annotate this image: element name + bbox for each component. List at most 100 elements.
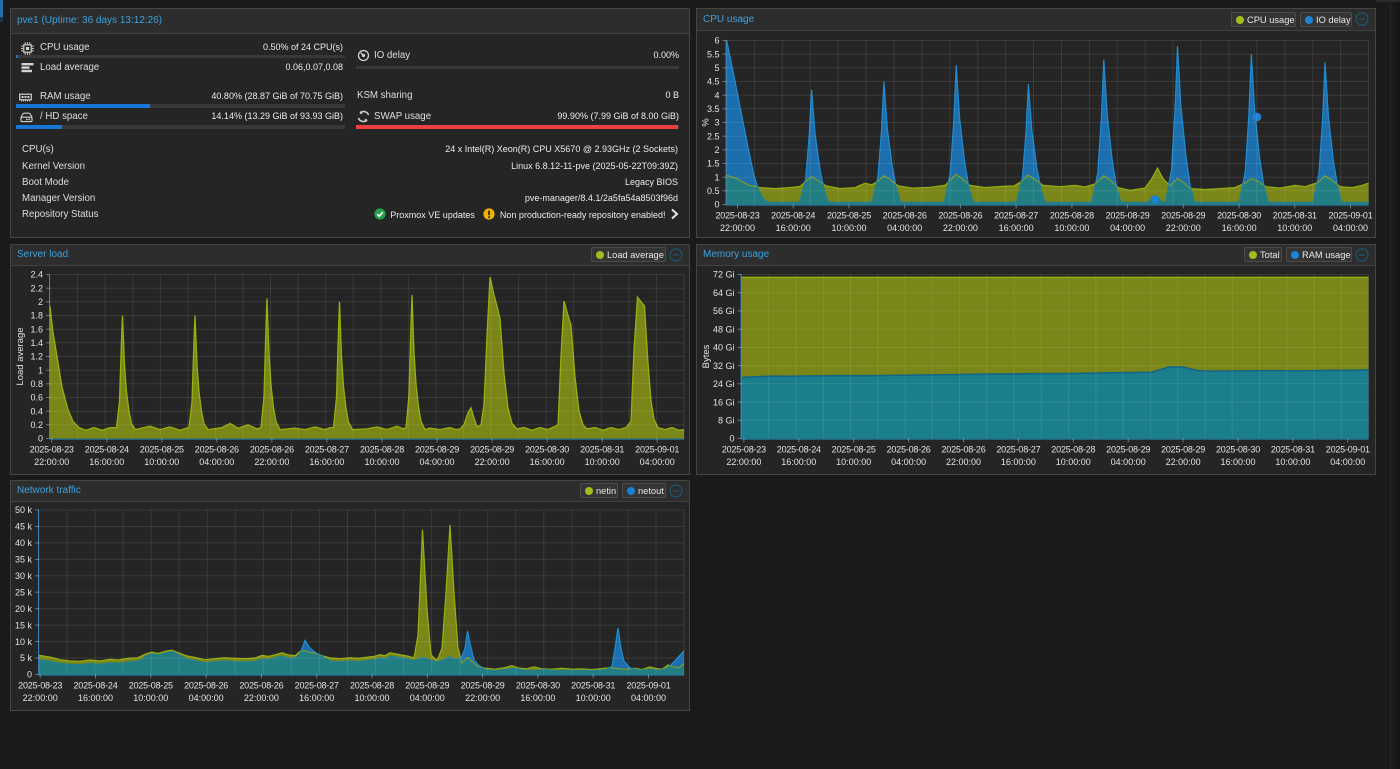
svg-text:2025-08-31: 2025-08-31 <box>1273 211 1317 221</box>
svg-text:04:00:00: 04:00:00 <box>189 693 224 703</box>
svg-text:2025-08-26: 2025-08-26 <box>250 445 294 455</box>
svg-text:2025-08-24: 2025-08-24 <box>771 211 815 221</box>
svg-text:04:00:00: 04:00:00 <box>1111 457 1146 467</box>
svg-text:5 k: 5 k <box>20 653 33 663</box>
svg-text:48 Gi: 48 Gi <box>713 324 735 334</box>
svg-text:0.4: 0.4 <box>30 406 43 416</box>
svg-text:04:00:00: 04:00:00 <box>887 223 922 233</box>
svg-text:22:00:00: 22:00:00 <box>23 693 58 703</box>
svg-text:22:00:00: 22:00:00 <box>1166 223 1201 233</box>
svg-text:56 Gi: 56 Gi <box>713 306 735 316</box>
svg-text:1.8: 1.8 <box>30 311 43 321</box>
svg-text:10:00:00: 10:00:00 <box>831 223 866 233</box>
svg-text:22:00:00: 22:00:00 <box>943 223 978 233</box>
svg-text:16:00:00: 16:00:00 <box>89 457 124 467</box>
svg-text:0.2: 0.2 <box>30 420 43 430</box>
svg-text:22:00:00: 22:00:00 <box>1166 457 1201 467</box>
svg-text:10:00:00: 10:00:00 <box>364 457 399 467</box>
svg-text:1: 1 <box>714 172 719 182</box>
svg-text:2025-08-30: 2025-08-30 <box>516 681 560 691</box>
svg-text:2025-08-30: 2025-08-30 <box>1216 445 1260 455</box>
svg-text:16 Gi: 16 Gi <box>713 397 735 407</box>
svg-text:2025-08-26: 2025-08-26 <box>195 445 239 455</box>
svg-text:22:00:00: 22:00:00 <box>475 457 510 467</box>
svg-text:40 Gi: 40 Gi <box>713 343 735 353</box>
svg-text:2025-08-31: 2025-08-31 <box>1271 445 1315 455</box>
svg-text:0: 0 <box>729 434 734 444</box>
svg-text:2025-08-24: 2025-08-24 <box>777 445 821 455</box>
svg-text:2025-09-01: 2025-09-01 <box>626 681 670 691</box>
svg-text:2025-08-23: 2025-08-23 <box>715 211 759 221</box>
svg-text:04:00:00: 04:00:00 <box>419 457 454 467</box>
svg-text:Load average: Load average <box>15 327 26 385</box>
svg-text:1: 1 <box>38 365 43 375</box>
svg-text:10:00:00: 10:00:00 <box>133 693 168 703</box>
svg-text:2025-08-26: 2025-08-26 <box>938 211 982 221</box>
svg-text:50 k: 50 k <box>15 505 33 515</box>
svg-text:2: 2 <box>714 145 719 155</box>
svg-text:2025-08-25: 2025-08-25 <box>832 445 876 455</box>
svg-text:2025-08-28: 2025-08-28 <box>1050 211 1094 221</box>
svg-text:2025-08-29: 2025-08-29 <box>405 681 449 691</box>
svg-text:45 k: 45 k <box>15 522 33 532</box>
svg-text:1.2: 1.2 <box>30 352 43 362</box>
svg-text:15 k: 15 k <box>15 620 33 630</box>
svg-text:Bytes: Bytes <box>701 344 712 368</box>
svg-text:16:00:00: 16:00:00 <box>309 457 344 467</box>
svg-text:16:00:00: 16:00:00 <box>520 693 555 703</box>
svg-text:2025-08-26: 2025-08-26 <box>239 681 283 691</box>
svg-text:10:00:00: 10:00:00 <box>354 693 389 703</box>
svg-text:10:00:00: 10:00:00 <box>576 693 611 703</box>
svg-text:24 Gi: 24 Gi <box>713 379 735 389</box>
svg-text:04:00:00: 04:00:00 <box>1333 223 1368 233</box>
svg-text:22:00:00: 22:00:00 <box>946 457 981 467</box>
svg-text:10 k: 10 k <box>15 637 33 647</box>
svg-text:2025-08-25: 2025-08-25 <box>129 681 173 691</box>
svg-text:5: 5 <box>714 63 719 73</box>
svg-text:16:00:00: 16:00:00 <box>530 457 565 467</box>
svg-text:16:00:00: 16:00:00 <box>299 693 334 703</box>
svg-text:04:00:00: 04:00:00 <box>410 693 445 703</box>
svg-text:30 k: 30 k <box>15 571 33 581</box>
svg-text:22:00:00: 22:00:00 <box>465 693 500 703</box>
svg-text:16:00:00: 16:00:00 <box>1220 457 1255 467</box>
svg-text:2025-09-01: 2025-09-01 <box>635 445 679 455</box>
svg-text:10:00:00: 10:00:00 <box>1277 223 1312 233</box>
svg-text:2025-08-26: 2025-08-26 <box>184 681 228 691</box>
svg-text:10:00:00: 10:00:00 <box>836 457 871 467</box>
svg-text:64 Gi: 64 Gi <box>713 288 735 298</box>
svg-text:1.6: 1.6 <box>30 324 43 334</box>
svg-text:2025-08-28: 2025-08-28 <box>1051 445 1095 455</box>
svg-text:72 Gi: 72 Gi <box>713 270 735 280</box>
svg-text:10:00:00: 10:00:00 <box>144 457 179 467</box>
svg-text:10:00:00: 10:00:00 <box>1056 457 1091 467</box>
svg-text:10:00:00: 10:00:00 <box>585 457 620 467</box>
svg-text:2025-08-27: 2025-08-27 <box>305 445 349 455</box>
svg-text:16:00:00: 16:00:00 <box>999 223 1034 233</box>
svg-text:0: 0 <box>38 434 43 444</box>
svg-text:4.5: 4.5 <box>707 77 720 87</box>
svg-text:2025-08-23: 2025-08-23 <box>722 445 766 455</box>
svg-text:%: % <box>701 118 712 127</box>
svg-text:2025-08-31: 2025-08-31 <box>571 681 615 691</box>
svg-text:40 k: 40 k <box>15 538 33 548</box>
svg-text:2025-08-27: 2025-08-27 <box>295 681 339 691</box>
svg-text:2025-08-30: 2025-08-30 <box>525 445 569 455</box>
svg-text:0: 0 <box>27 670 32 680</box>
svg-text:2025-08-29: 2025-08-29 <box>1106 445 1150 455</box>
svg-text:20 k: 20 k <box>15 604 33 614</box>
svg-text:2025-08-28: 2025-08-28 <box>350 681 394 691</box>
svg-text:22:00:00: 22:00:00 <box>720 223 755 233</box>
svg-text:25 k: 25 k <box>15 588 33 598</box>
svg-text:2025-08-25: 2025-08-25 <box>140 445 184 455</box>
svg-text:2025-08-24: 2025-08-24 <box>85 445 129 455</box>
svg-text:0.8: 0.8 <box>30 379 43 389</box>
svg-text:2025-08-26: 2025-08-26 <box>887 445 931 455</box>
svg-text:2.2: 2.2 <box>30 283 43 293</box>
svg-text:10:00:00: 10:00:00 <box>1054 223 1089 233</box>
svg-text:2025-08-29: 2025-08-29 <box>1161 211 1205 221</box>
svg-text:3.5: 3.5 <box>707 104 720 114</box>
svg-text:10:00:00: 10:00:00 <box>1275 457 1310 467</box>
svg-text:2.5: 2.5 <box>707 131 720 141</box>
svg-text:2: 2 <box>38 297 43 307</box>
